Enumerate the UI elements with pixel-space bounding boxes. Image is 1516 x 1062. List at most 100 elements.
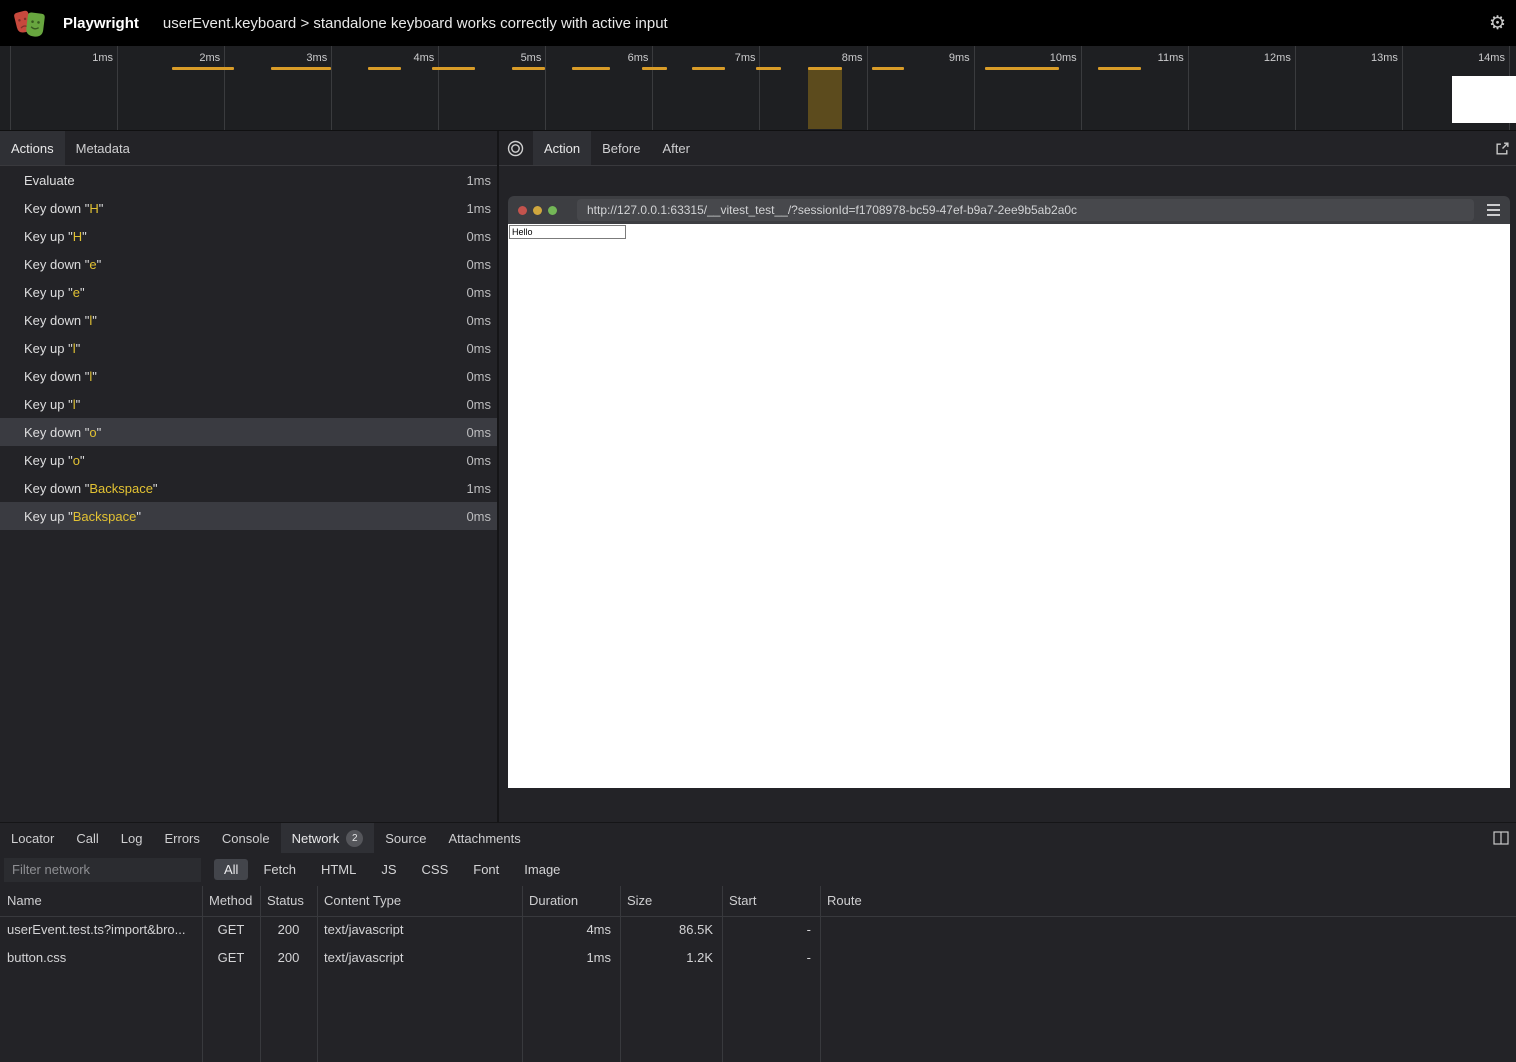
film-strip-thumbnail[interactable] bbox=[1452, 76, 1516, 123]
action-list-item[interactable]: Key up "Backspace"0ms bbox=[0, 502, 497, 530]
filter-chip-font[interactable]: Font bbox=[463, 859, 509, 880]
tab-attachments[interactable]: Attachments bbox=[437, 823, 531, 853]
table-cell-name[interactable]: userEvent.test.ts?import&bro... bbox=[0, 916, 202, 944]
table-cell-status[interactable]: 200 bbox=[260, 944, 317, 972]
pick-locator-target-icon[interactable] bbox=[499, 131, 533, 165]
timeline-selected-action-bar[interactable] bbox=[808, 68, 842, 129]
filter-chip-fetch[interactable]: Fetch bbox=[253, 859, 306, 880]
table-header-content-type[interactable]: Content Type bbox=[317, 886, 522, 916]
tab-label: Log bbox=[121, 831, 143, 846]
split-panel-icon[interactable] bbox=[1493, 823, 1509, 853]
action-list-item[interactable]: Key down "l"0ms bbox=[0, 362, 497, 390]
action-title: Key down bbox=[24, 257, 85, 272]
timeline-action-tick[interactable] bbox=[368, 67, 401, 70]
action-duration: 1ms bbox=[466, 173, 491, 188]
timeline-action-tick[interactable] bbox=[1098, 67, 1141, 70]
table-header-duration[interactable]: Duration bbox=[522, 886, 620, 916]
table-header-size[interactable]: Size bbox=[620, 886, 722, 916]
timeline-action-tick[interactable] bbox=[572, 67, 610, 70]
tab-label: Actions bbox=[11, 141, 54, 156]
action-duration: 0ms bbox=[466, 285, 491, 300]
table-cell-method[interactable]: GET bbox=[202, 916, 260, 944]
table-cell-duration[interactable]: 4ms bbox=[522, 916, 620, 944]
quote-mark: " bbox=[80, 453, 85, 468]
timeline-action-tick[interactable] bbox=[432, 67, 475, 70]
tab-console[interactable]: Console bbox=[211, 823, 281, 853]
timeline-action-tick[interactable] bbox=[642, 67, 667, 70]
action-list-item[interactable]: Key down "Backspace"1ms bbox=[0, 474, 497, 502]
tab-actions[interactable]: Actions bbox=[0, 131, 65, 165]
action-list-item[interactable]: Key up "H"0ms bbox=[0, 222, 497, 250]
gear-icon[interactable]: ⚙ bbox=[1489, 0, 1506, 46]
table-cell-content_type[interactable]: text/javascript bbox=[317, 916, 522, 944]
table-cell-content_type[interactable]: text/javascript bbox=[317, 944, 522, 972]
table-header-status[interactable]: Status bbox=[260, 886, 317, 916]
filter-chip-all[interactable]: All bbox=[214, 859, 248, 880]
traffic-light-red-icon bbox=[518, 206, 527, 215]
timeline[interactable]: 1ms2ms3ms4ms5ms6ms7ms8ms9ms10ms11ms12ms1… bbox=[0, 46, 1516, 131]
timeline-action-tick[interactable] bbox=[985, 67, 1059, 70]
table-header-name[interactable]: Name bbox=[0, 886, 202, 916]
table-cell-route[interactable] bbox=[820, 944, 1516, 972]
tab-source[interactable]: Source bbox=[374, 823, 437, 853]
action-duration: 0ms bbox=[466, 369, 491, 384]
table-header-start[interactable]: Start bbox=[722, 886, 820, 916]
action-duration: 0ms bbox=[466, 425, 491, 440]
table-cell-route[interactable] bbox=[820, 916, 1516, 944]
table-cell-method[interactable]: GET bbox=[202, 944, 260, 972]
action-duration: 0ms bbox=[466, 257, 491, 272]
tab-action[interactable]: Action bbox=[533, 131, 591, 165]
timeline-gridline bbox=[759, 46, 760, 130]
action-list-item[interactable]: Key up "l"0ms bbox=[0, 390, 497, 418]
action-list-item[interactable]: Key down "o"0ms bbox=[0, 418, 497, 446]
action-title: Key up bbox=[24, 341, 68, 356]
action-list-item[interactable]: Key up "o"0ms bbox=[0, 446, 497, 474]
filter-chip-css[interactable]: CSS bbox=[412, 859, 459, 880]
snapshot-text-input[interactable] bbox=[509, 225, 626, 239]
tab-errors[interactable]: Errors bbox=[153, 823, 210, 853]
timeline-action-tick[interactable] bbox=[271, 67, 331, 70]
quote-mark: " bbox=[99, 201, 104, 216]
table-cell-size[interactable]: 1.2K bbox=[620, 944, 722, 972]
action-list-item[interactable]: Key up "e"0ms bbox=[0, 278, 497, 306]
table-cell-start[interactable]: - bbox=[722, 916, 820, 944]
tab-call[interactable]: Call bbox=[65, 823, 109, 853]
timeline-gridline bbox=[1081, 46, 1082, 130]
action-list-item[interactable]: Evaluate1ms bbox=[0, 166, 497, 194]
filter-chip-html[interactable]: HTML bbox=[311, 859, 366, 880]
quote-mark: " bbox=[97, 425, 102, 440]
tab-metadata[interactable]: Metadata bbox=[65, 131, 141, 165]
timeline-action-tick[interactable] bbox=[808, 67, 842, 70]
tab-network[interactable]: Network2 bbox=[281, 823, 375, 853]
table-cell-start[interactable]: - bbox=[722, 944, 820, 972]
action-list-item[interactable]: Key down "l"0ms bbox=[0, 306, 497, 334]
timeline-action-tick[interactable] bbox=[756, 67, 781, 70]
tab-log[interactable]: Log bbox=[110, 823, 154, 853]
app-header: Playwright userEvent.keyboard > standalo… bbox=[0, 0, 1516, 46]
tab-label: Source bbox=[385, 831, 426, 846]
network-filter-input[interactable] bbox=[4, 858, 201, 882]
action-title: Key up bbox=[24, 229, 68, 244]
filter-chip-js[interactable]: JS bbox=[371, 859, 406, 880]
tab-after[interactable]: After bbox=[651, 131, 700, 165]
tab-before[interactable]: Before bbox=[591, 131, 651, 165]
table-header-method[interactable]: Method bbox=[202, 886, 260, 916]
table-column-separator bbox=[522, 886, 523, 1062]
table-cell-size[interactable]: 86.5K bbox=[620, 916, 722, 944]
snapshot-page bbox=[508, 224, 1510, 788]
tab-locator[interactable]: Locator bbox=[0, 823, 65, 853]
filter-chip-image[interactable]: Image bbox=[514, 859, 570, 880]
action-list-item[interactable]: Key down "e"0ms bbox=[0, 250, 497, 278]
timeline-action-tick[interactable] bbox=[172, 67, 234, 70]
timeline-action-tick[interactable] bbox=[872, 67, 904, 70]
table-cell-name[interactable]: button.css bbox=[0, 944, 202, 972]
timeline-action-tick[interactable] bbox=[512, 67, 545, 70]
timeline-action-tick[interactable] bbox=[692, 67, 725, 70]
table-header-route[interactable]: Route bbox=[820, 886, 1516, 916]
action-list-item[interactable]: Key down "H"1ms bbox=[0, 194, 497, 222]
table-cell-duration[interactable]: 1ms bbox=[522, 944, 620, 972]
table-cell-status[interactable]: 200 bbox=[260, 916, 317, 944]
action-list-item[interactable]: Key up "l"0ms bbox=[0, 334, 497, 362]
timeline-gridline bbox=[545, 46, 546, 130]
open-external-icon[interactable] bbox=[1495, 131, 1510, 166]
